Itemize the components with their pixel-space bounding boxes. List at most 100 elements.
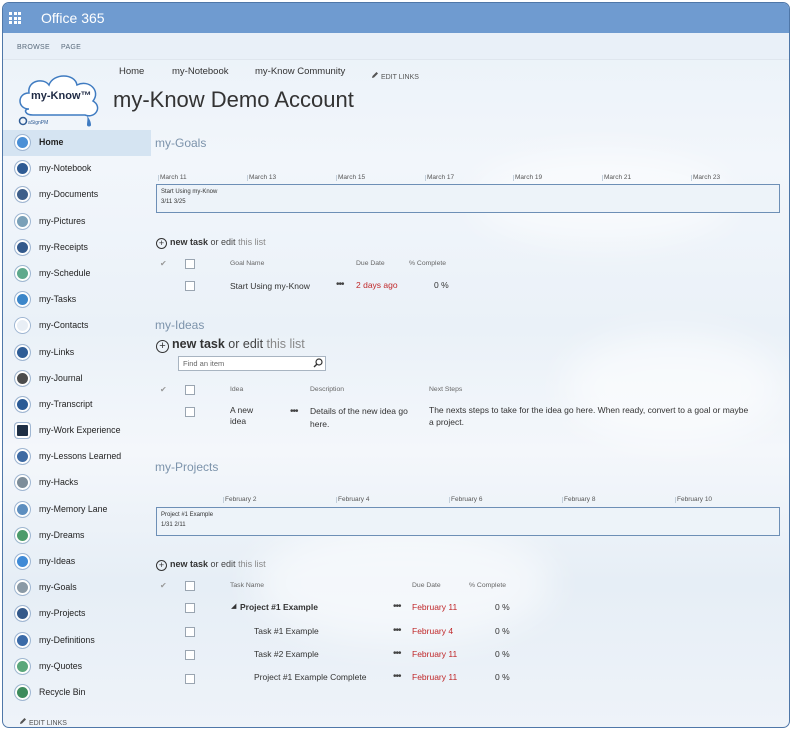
lessons-icon <box>15 449 30 465</box>
col-description[interactable]: Description <box>310 386 344 393</box>
pictures-icon <box>15 213 30 229</box>
projects-timeline-bar[interactable]: Project #1 Example 1/31 2/11 <box>156 507 780 536</box>
col-due-date[interactable]: Due Date <box>356 260 385 267</box>
topnav-item-community[interactable]: my-Know Community <box>255 66 345 77</box>
percent-complete: 0 % <box>495 626 510 636</box>
more-options-icon[interactable]: ••• <box>336 279 344 290</box>
projects-new-task[interactable]: + new task or edit this list <box>156 559 266 571</box>
col-percent-complete[interactable]: % Complete <box>409 260 446 267</box>
or-edit-link[interactable]: or edit <box>211 559 236 569</box>
topnav-item-home[interactable]: Home <box>119 66 144 77</box>
add-icon: + <box>156 560 167 571</box>
idea-link-line2[interactable]: idea <box>230 416 246 426</box>
nav-item-schedule[interactable]: my-Schedule <box>3 261 151 287</box>
this-list-link[interactable]: this list <box>267 337 305 351</box>
new-task-link[interactable]: new task <box>172 337 225 351</box>
nav-item-tasks[interactable]: my-Tasks <box>3 287 151 313</box>
nav-item-transcript[interactable]: my-Transcript <box>3 392 151 418</box>
journal-icon <box>15 370 30 386</box>
nav-item-lessons-learned[interactable]: my-Lessons Learned <box>3 444 151 470</box>
goals-section-title[interactable]: my-Goals <box>155 136 206 150</box>
projects-section-title[interactable]: my-Projects <box>155 460 218 474</box>
select-all-checkbox[interactable] <box>185 259 195 269</box>
row-checkbox[interactable] <box>185 603 195 613</box>
col-next-steps[interactable]: Next Steps <box>429 386 462 393</box>
select-all-checkbox[interactable] <box>185 581 195 591</box>
page-title: my-Know Demo Account <box>113 87 354 112</box>
col-due-date[interactable]: Due Date <box>412 582 441 589</box>
nav-item-work-experience[interactable]: my-Work Experience <box>3 418 151 444</box>
col-task-name[interactable]: Task Name <box>230 582 264 589</box>
new-task-link[interactable]: new task <box>170 559 208 569</box>
more-options-icon[interactable]: ••• <box>290 406 298 417</box>
goals-timeline-bar[interactable]: Start Using my-Know 3/11 3/25 <box>156 184 780 213</box>
task-name-link[interactable]: Task #2 Example <box>254 649 319 659</box>
leftnav-edit-links[interactable]: EDIT LINKS <box>19 717 67 727</box>
nav-item-links[interactable]: my-Links <box>3 340 151 366</box>
timeline-date: February 2 <box>225 496 257 503</box>
select-all-checkbox[interactable] <box>185 385 195 395</box>
nav-item-pictures[interactable]: my-Pictures <box>3 209 151 235</box>
topnav-edit-links[interactable]: EDIT LINKS <box>371 71 419 81</box>
col-goal-name[interactable]: Goal Name <box>230 260 264 267</box>
ideas-new-task[interactable]: + new task or edit this list <box>156 337 305 353</box>
percent-complete: 0 % <box>434 280 449 290</box>
row-checkbox[interactable] <box>185 674 195 684</box>
or-edit-link[interactable]: or edit <box>228 337 263 351</box>
nav-item-contacts[interactable]: my-Contacts <box>3 313 151 339</box>
row-checkbox[interactable] <box>185 407 195 417</box>
col-idea[interactable]: Idea <box>230 386 243 393</box>
receipt-icon <box>15 239 30 255</box>
more-options-icon[interactable]: ••• <box>393 601 401 612</box>
nav-item-journal[interactable]: my-Journal <box>3 366 151 392</box>
nav-item-definitions[interactable]: my-Definitions <box>3 628 151 654</box>
search-placeholder: Find an item <box>183 359 225 368</box>
window-frame: Office 365 BROWSE PAGE my-Know™ aSignPM … <box>2 2 790 728</box>
task-name-link[interactable]: Project #1 Example <box>240 602 318 612</box>
timeline-date: March 19 <box>515 174 543 181</box>
nav-item-ideas[interactable]: my-Ideas <box>3 549 151 575</box>
nav-item-goals[interactable]: my-Goals <box>3 575 151 601</box>
nav-item-receipts[interactable]: my-Receipts <box>3 235 151 261</box>
nav-item-notebook[interactable]: my-Notebook <box>3 156 151 182</box>
ideas-section-title[interactable]: my-Ideas <box>155 318 204 332</box>
collapse-triangle-icon[interactable]: ◢ <box>231 602 236 610</box>
or-edit-link[interactable]: or edit <box>211 237 236 247</box>
more-options-icon[interactable]: ••• <box>393 648 401 659</box>
nav-item-recycle-bin[interactable]: Recycle Bin <box>3 680 151 706</box>
task-name-link[interactable]: Project #1 Example Complete <box>254 672 366 682</box>
due-date: February 4 <box>412 626 454 636</box>
goal-name-link[interactable]: Start Using my-Know <box>230 281 310 291</box>
nav-item-hacks[interactable]: my-Hacks <box>3 470 151 496</box>
ribbon: BROWSE PAGE <box>3 33 789 60</box>
row-checkbox[interactable] <box>185 627 195 637</box>
task-name-link[interactable]: Task #1 Example <box>254 626 319 636</box>
topnav-item-notebook[interactable]: my-Notebook <box>172 66 229 77</box>
row-checkbox[interactable] <box>185 281 195 291</box>
idea-link[interactable]: A new <box>230 405 253 415</box>
ribbon-tab-page[interactable]: PAGE <box>61 44 81 51</box>
nav-item-dreams[interactable]: my-Dreams <box>3 523 151 549</box>
this-list-link[interactable]: this list <box>238 237 266 247</box>
col-percent-complete[interactable]: % Complete <box>469 582 506 589</box>
site-logo[interactable]: my-Know™ aSignPM <box>15 69 103 129</box>
timeline-date: February 10 <box>677 496 713 503</box>
nav-item-documents[interactable]: my-Documents <box>3 182 151 208</box>
goals-new-task[interactable]: + new task or edit this list <box>156 237 266 249</box>
row-checkbox[interactable] <box>185 650 195 660</box>
nav-item-projects[interactable]: my-Projects <box>3 601 151 627</box>
due-date: February 11 <box>412 672 458 682</box>
ribbon-tab-browse[interactable]: BROWSE <box>17 44 50 51</box>
suite-title[interactable]: Office 365 <box>41 10 105 26</box>
app-launcher-icon[interactable] <box>9 12 21 24</box>
new-task-link[interactable]: new task <box>170 237 208 247</box>
nav-item-home[interactable]: Home <box>3 130 151 157</box>
suite-bar: Office 365 <box>3 3 789 33</box>
nav-item-memory-lane[interactable]: my-Memory Lane <box>3 497 151 523</box>
nav-item-quotes[interactable]: my-Quotes <box>3 654 151 680</box>
ideas-search-box[interactable]: Find an item <box>178 356 326 371</box>
more-options-icon[interactable]: ••• <box>393 671 401 682</box>
this-list-link[interactable]: this list <box>238 559 266 569</box>
search-icon[interactable] <box>313 358 323 368</box>
more-options-icon[interactable]: ••• <box>393 625 401 636</box>
